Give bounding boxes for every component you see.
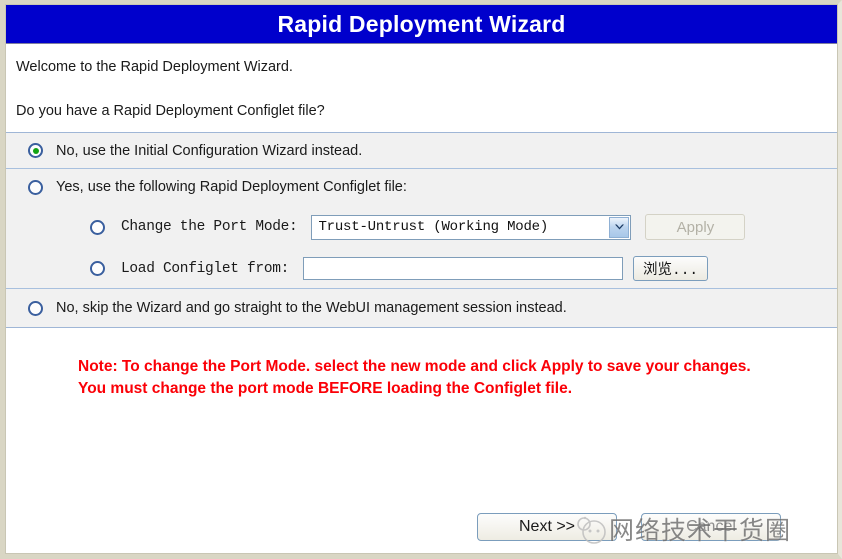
option-label-skip-wizard: No, skip the Wizard and go straight to t… <box>56 300 567 317</box>
wizard-inner-frame: Rapid Deployment Wizard Welcome to the R… <box>5 4 838 554</box>
option-row-skip-wizard[interactable]: No, skip the Wizard and go straight to t… <box>6 289 837 327</box>
warning-note-text: Note: To change the Port Mode. select th… <box>78 358 751 398</box>
intro-area: Welcome to the Rapid Deployment Wizard. … <box>6 44 837 133</box>
title-bar: Rapid Deployment Wizard <box>6 5 837 44</box>
option-row-use-configlet[interactable]: Yes, use the following Rapid Deployment … <box>6 169 837 205</box>
question-text: Do you have a Rapid Deployment Configlet… <box>16 103 325 120</box>
apply-button[interactable]: Apply <box>645 214 746 241</box>
port-mode-selected-value: Trust-Untrust (Working Mode) <box>318 219 549 236</box>
browse-button[interactable]: 浏览... <box>633 256 709 282</box>
radio-load-configlet[interactable] <box>90 261 105 277</box>
configlet-path-input[interactable] <box>303 257 624 281</box>
option-label-initial-config-wizard: No, use the Initial Configuration Wizard… <box>56 142 363 159</box>
option-row-initial-config-wizard[interactable]: No, use the Initial Configuration Wizard… <box>6 133 837 170</box>
note-area: Note: To change the Port Mode. select th… <box>6 328 837 401</box>
radio-change-port-mode[interactable] <box>90 219 105 235</box>
label-change-port-mode: Change the Port Mode: <box>121 219 298 236</box>
welcome-text: Welcome to the Rapid Deployment Wizard. <box>16 59 293 75</box>
label-load-configlet: Load Configlet from: <box>121 260 290 277</box>
option-label-use-configlet: Yes, use the following Rapid Deployment … <box>56 179 407 196</box>
radio-initial-config-wizard[interactable] <box>28 143 43 159</box>
page-title: Rapid Deployment Wizard <box>277 10 566 37</box>
radio-skip-wizard[interactable] <box>28 300 43 316</box>
option-row-change-port-mode[interactable]: Change the Port Mode: Trust-Untrust (Wor… <box>6 205 837 249</box>
cancel-button[interactable]: Cancel <box>641 513 781 541</box>
radio-use-configlet[interactable] <box>28 179 43 195</box>
option-row-load-configlet[interactable]: Load Configlet from: 浏览... <box>6 249 837 290</box>
chevron-down-icon[interactable] <box>609 216 630 238</box>
options-panel: No, use the Initial Configuration Wizard… <box>6 132 837 329</box>
footer-bar: Next >> Cancel <box>6 509 837 545</box>
rapid-deployment-wizard-window: Rapid Deployment Wizard Welcome to the R… <box>0 0 842 559</box>
port-mode-select[interactable]: Trust-Untrust (Working Mode) <box>311 214 632 240</box>
next-button[interactable]: Next >> <box>477 513 617 541</box>
